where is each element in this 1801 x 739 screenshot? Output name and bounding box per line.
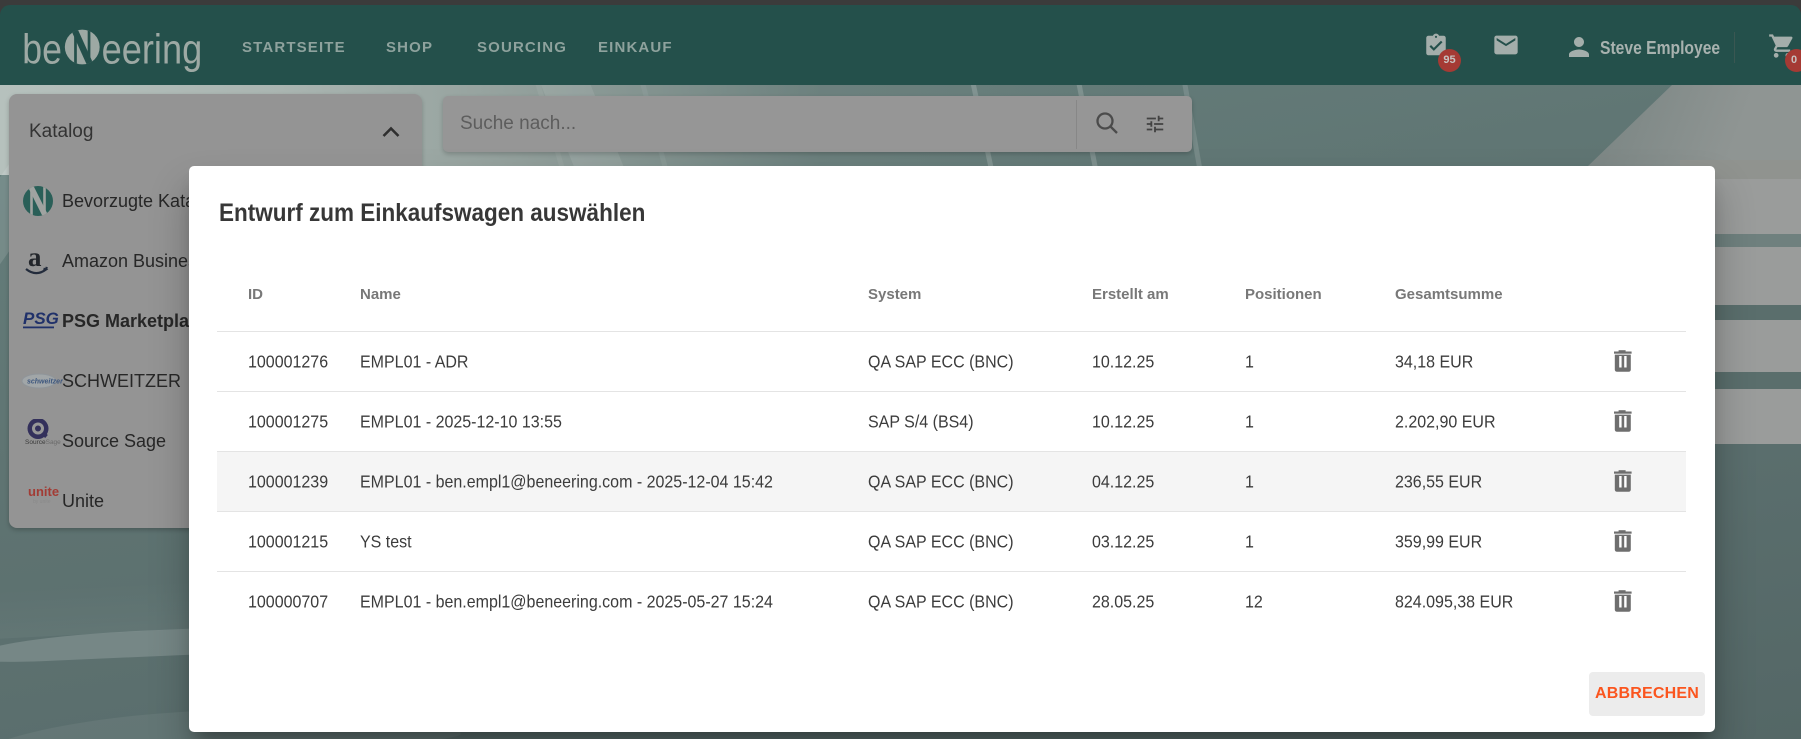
svg-text:by unite: by unite	[33, 499, 51, 505]
svg-text:eering: eering	[102, 25, 203, 72]
svg-text:a: a	[28, 245, 42, 272]
svg-text:be: be	[22, 25, 62, 72]
svg-text:SourceSage: SourceSage	[25, 439, 61, 446]
svg-text:PSG: PSG	[23, 309, 59, 328]
svg-text:unite: unite	[28, 485, 59, 499]
svg-text:schweitzer: schweitzer	[27, 379, 63, 386]
